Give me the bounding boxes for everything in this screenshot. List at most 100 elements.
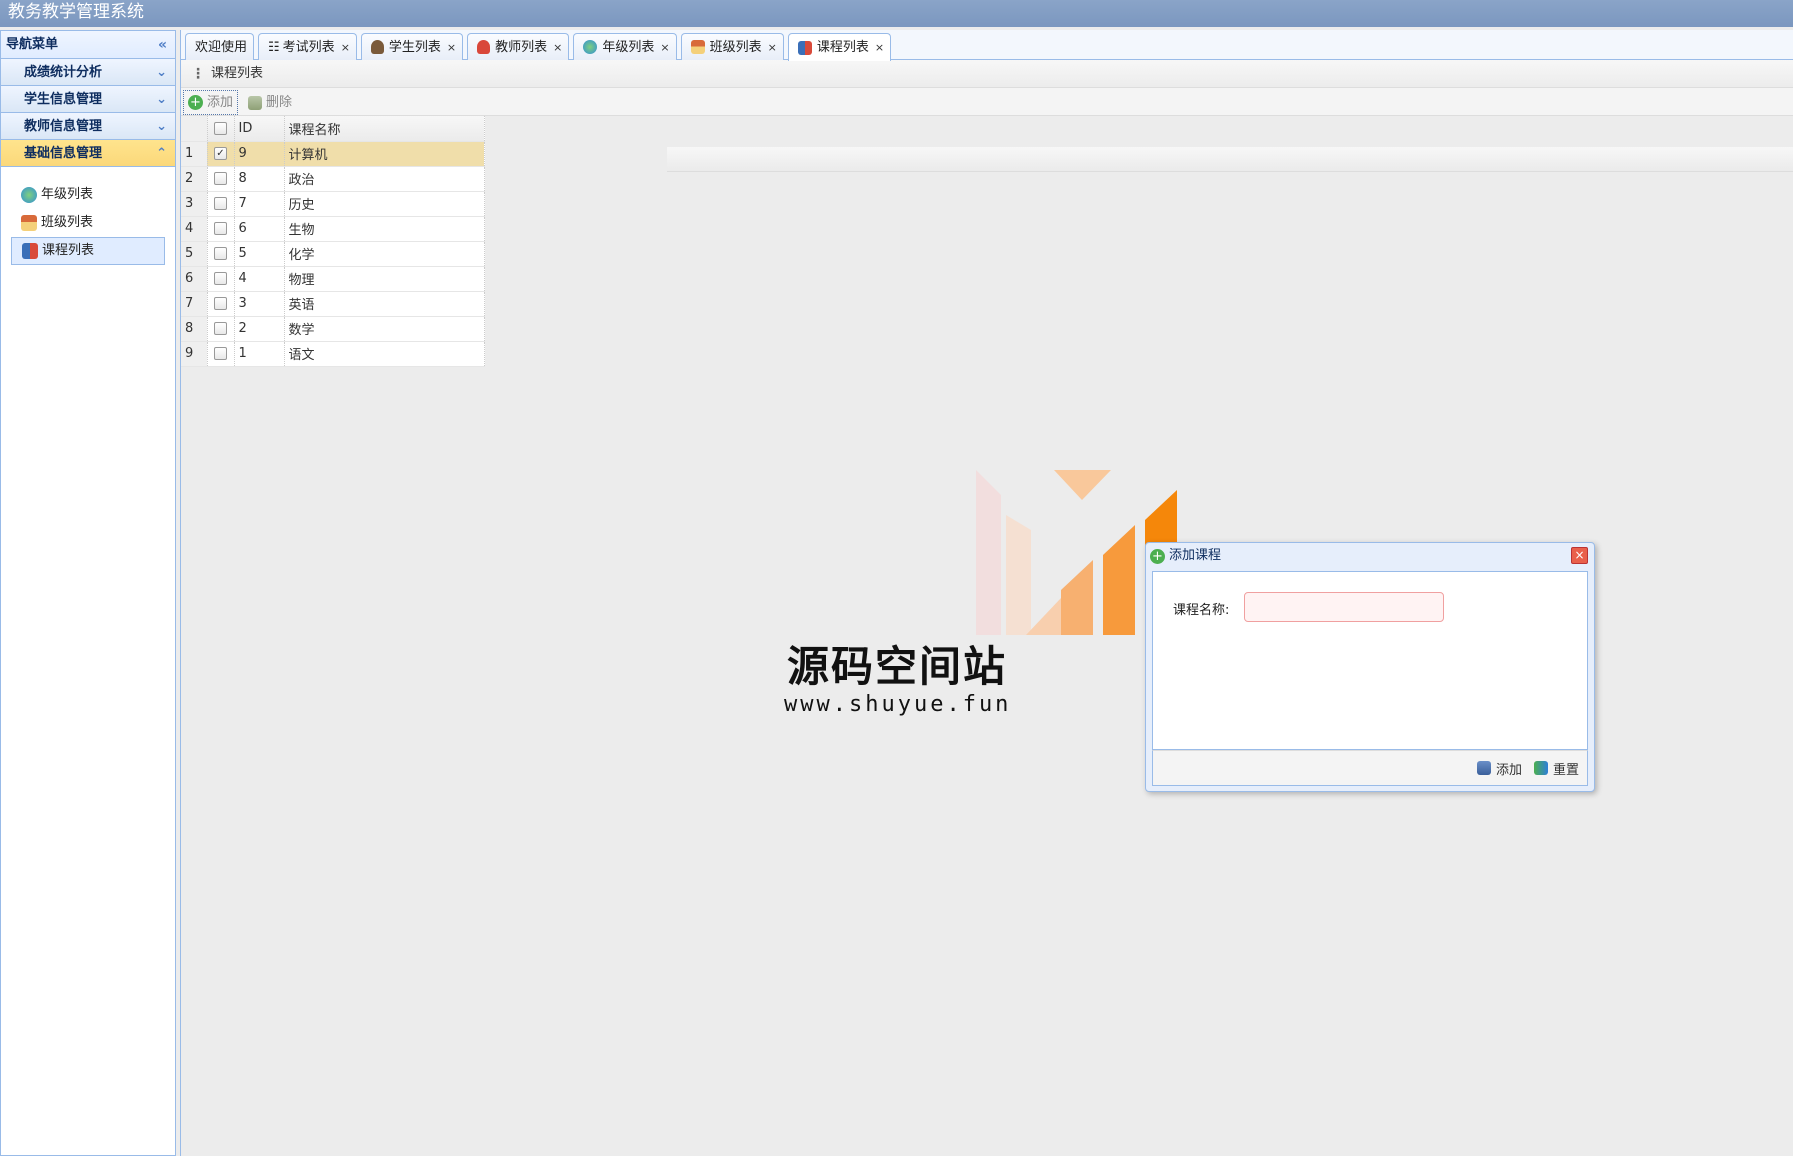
- row-checkbox[interactable]: [214, 172, 227, 185]
- tree-item-course-list[interactable]: 课程列表: [11, 237, 165, 265]
- dialog-add-button[interactable]: 添加: [1476, 759, 1522, 778]
- row-checkbox-cell[interactable]: [207, 241, 235, 267]
- table-row[interactable]: 5 5 化学: [181, 241, 485, 267]
- course-name-input[interactable]: [1244, 592, 1444, 622]
- sidebar-tree: 年级列表 班级列表 课程列表: [1, 167, 175, 265]
- dialog-header[interactable]: + 添加课程 ×: [1146, 543, 1594, 569]
- student-icon: [370, 40, 384, 54]
- tree-item-grade-list[interactable]: 年级列表: [11, 181, 165, 209]
- select-all-checkbox[interactable]: [207, 116, 235, 142]
- row-checkbox[interactable]: [214, 272, 227, 285]
- row-checkbox-cell[interactable]: [207, 216, 235, 242]
- column-header-name[interactable]: 课程名称: [284, 116, 485, 142]
- cell-course-name: 生物: [284, 216, 485, 242]
- row-number: 1: [181, 141, 208, 167]
- sidebar-panel-score[interactable]: 成绩统计分析 ⌄: [1, 59, 175, 86]
- row-checkbox-cell[interactable]: ✓: [207, 141, 235, 167]
- grid-header-row: ID 课程名称: [181, 116, 485, 142]
- table-row[interactable]: 2 8 政治: [181, 166, 485, 192]
- row-checkbox[interactable]: ✓: [214, 147, 227, 160]
- cell-course-name: 语文: [284, 341, 485, 367]
- cell-course-name: 物理: [284, 266, 485, 292]
- tab-label: 欢迎使用: [195, 39, 248, 55]
- list-icon: ☷: [268, 39, 280, 55]
- row-number-header: [181, 116, 208, 142]
- row-checkbox[interactable]: [214, 197, 227, 210]
- row-checkbox-cell[interactable]: [207, 266, 235, 292]
- teacher-icon: [477, 40, 491, 54]
- cell-id: 1: [234, 341, 285, 367]
- cell-course-name: 计算机: [284, 141, 485, 167]
- add-button[interactable]: + 添加: [183, 90, 239, 115]
- sidebar-panel-student[interactable]: 学生信息管理 ⌄: [1, 86, 175, 113]
- tab-grade-list[interactable]: 年级列表 ×: [573, 33, 677, 60]
- tab-label: 考试列表: [282, 39, 335, 55]
- close-icon[interactable]: ×: [875, 35, 884, 60]
- tab-exam-list[interactable]: ☷ 考试列表 ×: [258, 33, 357, 60]
- add-button-label: 添加: [207, 95, 234, 110]
- close-icon[interactable]: ×: [447, 35, 456, 60]
- row-number: 2: [181, 166, 208, 192]
- tab-welcome[interactable]: 欢迎使用: [185, 33, 255, 60]
- tab-course-list[interactable]: 课程列表 ×: [787, 33, 892, 61]
- row-number: 5: [181, 241, 208, 267]
- table-row[interactable]: 4 6 生物: [181, 216, 485, 242]
- sidebar-panel-basic[interactable]: 基础信息管理 ⌃: [1, 140, 175, 167]
- row-checkbox-cell[interactable]: [207, 316, 235, 342]
- chevron-up-icon: ⌃: [156, 146, 167, 161]
- close-icon[interactable]: ×: [341, 35, 350, 60]
- row-checkbox-cell[interactable]: [207, 191, 235, 217]
- logo-shape: [1026, 598, 1061, 635]
- dialog-title: 添加课程: [1169, 548, 1222, 563]
- column-header-id[interactable]: ID: [234, 116, 285, 142]
- grid-header-filler: [667, 147, 1793, 172]
- book-icon: [22, 243, 38, 259]
- plus-icon: +: [188, 95, 203, 110]
- cell-id: 3: [234, 291, 285, 317]
- row-checkbox-cell[interactable]: [207, 166, 235, 192]
- course-name-label: 课程名称:: [1173, 603, 1230, 618]
- table-row[interactable]: 7 3 英语: [181, 291, 485, 317]
- row-checkbox[interactable]: [214, 222, 227, 235]
- dialog-reset-button[interactable]: 重置: [1533, 759, 1579, 778]
- close-icon[interactable]: ×: [553, 35, 562, 60]
- row-checkbox[interactable]: [214, 247, 227, 260]
- delete-button[interactable]: 删除: [244, 90, 296, 115]
- dialog-footer: 添加 重置: [1152, 750, 1588, 786]
- logo-shape: [1006, 515, 1031, 635]
- tab-student-list[interactable]: 学生列表 ×: [360, 33, 464, 60]
- cell-id: 7: [234, 191, 285, 217]
- tab-bar: 欢迎使用 ☷ 考试列表 × 学生列表 × 教师列表 × 年级列表 × 班级列表 …: [181, 30, 1793, 61]
- row-number: 9: [181, 341, 208, 367]
- delete-button-label: 删除: [266, 95, 293, 110]
- table-row[interactable]: 6 4 物理: [181, 266, 485, 292]
- table-row[interactable]: 3 7 历史: [181, 191, 485, 217]
- close-icon[interactable]: ×: [768, 35, 777, 60]
- cell-course-name: 历史: [284, 191, 485, 217]
- table-row[interactable]: 8 2 数学: [181, 316, 485, 342]
- table-row[interactable]: 9 1 语文: [181, 341, 485, 367]
- close-icon[interactable]: ×: [660, 35, 669, 60]
- app-title-bar: 教务教学管理系统: [0, 0, 1793, 27]
- chevron-down-icon: ⌄: [156, 119, 167, 134]
- row-number: 6: [181, 266, 208, 292]
- tab-class-list[interactable]: 班级列表 ×: [680, 33, 784, 60]
- collapse-left-icon[interactable]: «: [158, 31, 167, 59]
- row-checkbox-cell[interactable]: [207, 291, 235, 317]
- row-checkbox[interactable]: [214, 347, 227, 360]
- cell-course-name: 英语: [284, 291, 485, 317]
- row-checkbox[interactable]: [214, 322, 227, 335]
- tab-teacher-list[interactable]: 教师列表 ×: [467, 33, 570, 60]
- row-checkbox[interactable]: [214, 297, 227, 310]
- sidebar-panel-teacher[interactable]: 教师信息管理 ⌄: [1, 113, 175, 140]
- close-icon[interactable]: ×: [1571, 547, 1588, 564]
- save-icon: [1476, 761, 1491, 775]
- drag-handle-icon[interactable]: ⋮: [191, 60, 205, 88]
- table-row[interactable]: 1 ✓ 9 计算机: [181, 141, 485, 167]
- row-checkbox-cell[interactable]: [207, 341, 235, 367]
- tab-label: 年级列表: [602, 39, 655, 55]
- checkbox[interactable]: [214, 121, 227, 135]
- tree-item-label: 班级列表: [41, 215, 94, 230]
- cell-course-name: 数学: [284, 316, 485, 342]
- tree-item-class-list[interactable]: 班级列表: [11, 209, 165, 237]
